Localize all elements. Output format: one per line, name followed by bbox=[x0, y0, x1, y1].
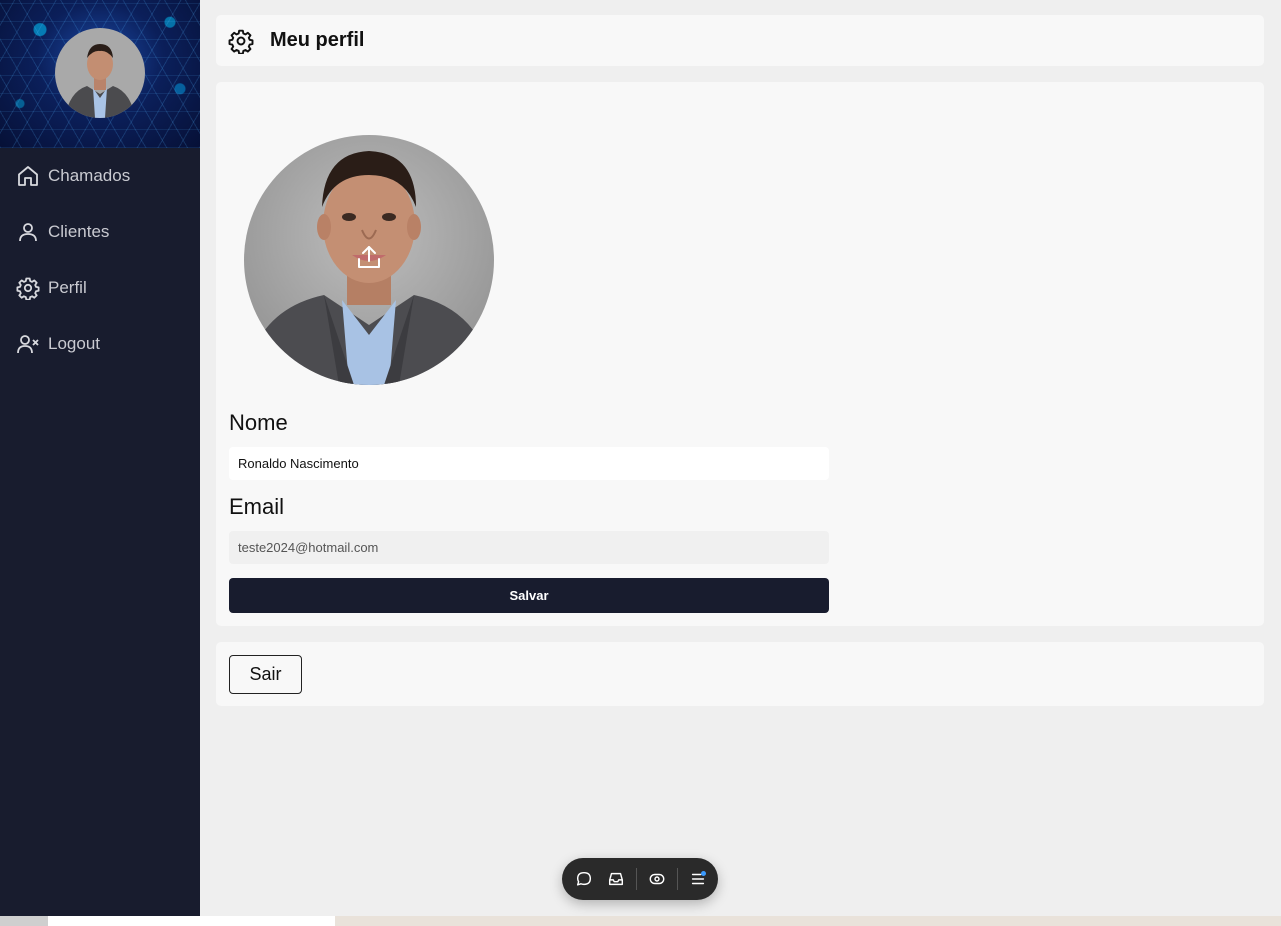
home-icon bbox=[16, 164, 40, 188]
gear-icon bbox=[16, 276, 40, 300]
gear-icon bbox=[228, 28, 254, 54]
chat-bubble-icon[interactable] bbox=[568, 858, 600, 900]
sidebar-nav: Chamados Clientes Perfil Logout bbox=[0, 148, 200, 372]
taskbar-strip bbox=[0, 916, 1281, 926]
page-title: Meu perfil bbox=[270, 29, 365, 51]
profile-form-card: Nome Email Salvar bbox=[216, 82, 1264, 626]
upload-icon bbox=[358, 246, 380, 268]
avatar bbox=[55, 28, 145, 118]
sidebar-item-label: Chamados bbox=[48, 166, 131, 185]
name-field[interactable] bbox=[229, 447, 829, 480]
sidebar-item-chamados[interactable]: Chamados bbox=[0, 148, 200, 204]
avatar-upload[interactable] bbox=[244, 135, 494, 385]
menu-icon[interactable] bbox=[682, 858, 714, 900]
notification-dot bbox=[701, 871, 706, 876]
inbox-icon[interactable] bbox=[600, 858, 632, 900]
eye-icon[interactable] bbox=[641, 858, 673, 900]
user-icon bbox=[16, 220, 40, 244]
logout-card: Sair bbox=[216, 642, 1264, 706]
save-button[interactable]: Salvar bbox=[229, 578, 829, 613]
sidebar-item-clientes[interactable]: Clientes bbox=[0, 204, 200, 260]
toolbar-divider bbox=[677, 868, 678, 890]
sidebar-item-logout[interactable]: Logout bbox=[0, 316, 200, 372]
sidebar-item-label: Clientes bbox=[48, 222, 110, 241]
name-label: Nome bbox=[229, 410, 288, 435]
page-header: Meu perfil bbox=[216, 15, 1264, 66]
user-x-icon bbox=[16, 332, 40, 356]
sidebar-item-label: Perfil bbox=[48, 278, 87, 297]
sidebar: Chamados Clientes Perfil Logout bbox=[0, 0, 200, 916]
toolbar-divider bbox=[636, 868, 637, 890]
floating-toolbar bbox=[562, 858, 718, 900]
email-field[interactable] bbox=[229, 531, 829, 564]
sidebar-header-banner bbox=[0, 0, 200, 148]
email-label: Email bbox=[229, 494, 285, 519]
sidebar-item-perfil[interactable]: Perfil bbox=[0, 260, 200, 316]
sair-button[interactable]: Sair bbox=[229, 655, 302, 694]
sidebar-item-label: Logout bbox=[48, 334, 100, 353]
